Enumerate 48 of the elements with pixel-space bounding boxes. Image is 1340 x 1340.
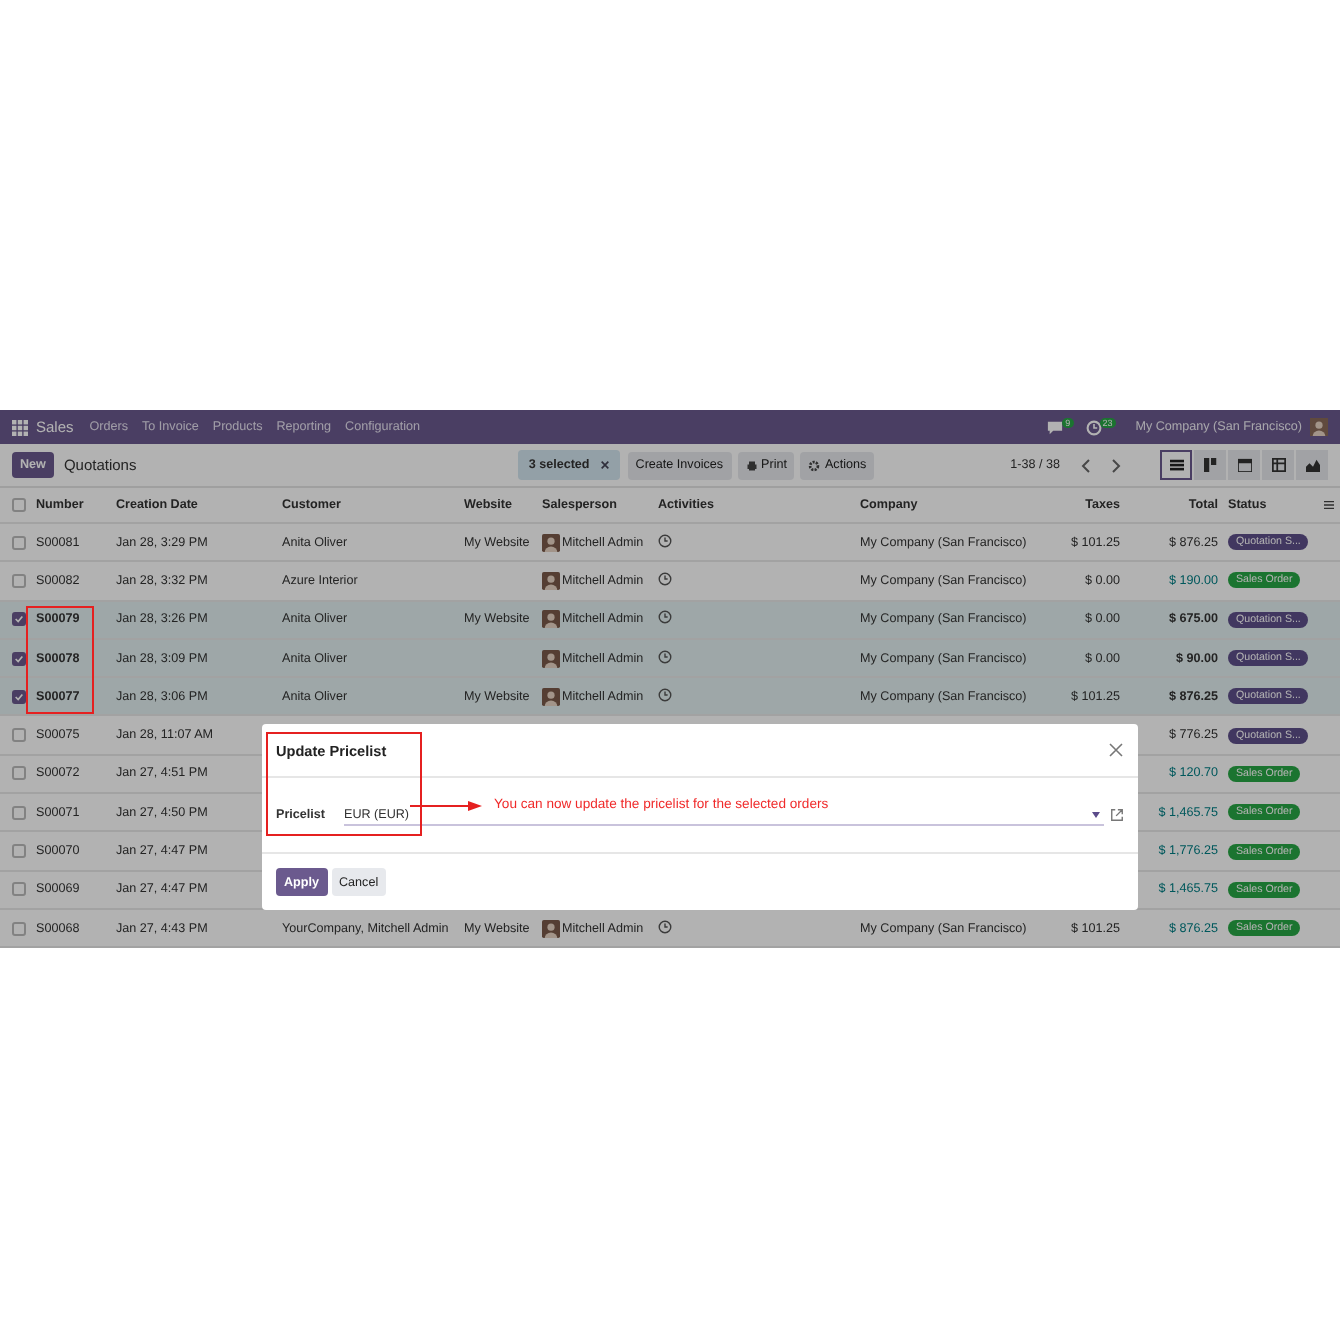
clock-icon[interactable] — [658, 610, 672, 625]
row-checkbox[interactable] — [11, 535, 25, 550]
avatar-icon — [542, 571, 560, 590]
chat-icon[interactable] — [1046, 419, 1065, 435]
highlight-frame — [26, 606, 94, 714]
clock-icon[interactable] — [658, 533, 672, 548]
columns-icon — [1203, 458, 1217, 472]
row-checkbox[interactable] — [11, 766, 25, 781]
user-avatar[interactable] — [1310, 418, 1328, 436]
chevron-right-icon[interactable] — [1110, 457, 1122, 473]
close-icon[interactable] — [599, 460, 610, 470]
area-chart-icon — [1305, 458, 1319, 472]
avatar-icon — [542, 649, 560, 668]
row-checkbox[interactable] — [11, 651, 25, 666]
row-checkbox[interactable] — [11, 612, 25, 627]
clock-icon[interactable] — [658, 919, 672, 934]
clock-icon[interactable] — [658, 649, 672, 664]
clock-icon[interactable] — [658, 687, 672, 702]
apps-grid-icon[interactable] — [12, 419, 28, 435]
row-checkbox[interactable] — [11, 805, 25, 820]
avatar-icon — [542, 687, 560, 706]
list-view-button[interactable] — [1160, 450, 1192, 480]
pivot-view-button[interactable] — [1262, 450, 1294, 480]
gear-icon — [808, 459, 821, 471]
close-icon[interactable] — [1108, 742, 1124, 758]
list-icon — [1169, 458, 1183, 472]
chevron-left-icon[interactable] — [1080, 457, 1092, 473]
row-checkbox[interactable] — [11, 728, 25, 743]
avatar-icon — [542, 610, 560, 629]
caret-icon[interactable] — [1092, 811, 1100, 817]
calendar-icon — [1237, 458, 1251, 472]
table-icon — [1271, 458, 1285, 472]
row-checkbox[interactable] — [11, 689, 25, 704]
kanban-view-button[interactable] — [1194, 450, 1226, 480]
printer-icon — [745, 459, 758, 471]
row-checkbox[interactable] — [11, 573, 25, 588]
avatar-icon — [542, 919, 560, 938]
clock-icon[interactable] — [658, 571, 672, 586]
select-all-checkbox[interactable] — [11, 498, 25, 512]
row-checkbox[interactable] — [11, 882, 25, 897]
external-link-icon[interactable] — [1110, 808, 1124, 822]
graph-view-button[interactable] — [1296, 450, 1328, 480]
annotation-arrow — [410, 800, 482, 812]
row-checkbox[interactable] — [11, 921, 25, 936]
row-checkbox[interactable] — [11, 844, 25, 859]
avatar-icon — [542, 533, 560, 552]
column-settings-icon[interactable] — [1324, 500, 1334, 510]
calendar-view-button[interactable] — [1228, 450, 1260, 480]
